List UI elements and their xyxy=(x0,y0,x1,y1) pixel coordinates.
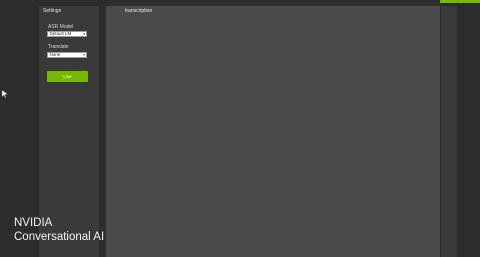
asr-model-label: ASR Model xyxy=(48,24,74,30)
mouse-pointer-icon xyxy=(2,90,8,98)
brand-line-nvidia: NVIDIA xyxy=(14,217,53,229)
top-accent-bar xyxy=(440,0,480,3)
translate-value: None xyxy=(49,52,61,57)
settings-title: Settings xyxy=(43,8,62,14)
asr-model-select[interactable]: Default LM ▾ xyxy=(47,31,87,37)
brand-line-conversational-ai: Conversational AI xyxy=(14,231,105,243)
transcription-header: transcription xyxy=(125,8,153,14)
right-side-panel xyxy=(441,6,457,257)
chevron-down-icon: ▾ xyxy=(83,32,85,36)
translate-select[interactable]: None ▾ xyxy=(47,52,87,58)
chevron-down-icon: ▾ xyxy=(83,53,85,57)
asr-model-value: Default LM xyxy=(49,31,72,36)
brand-watermark: NVIDIA Conversational AI xyxy=(14,216,104,244)
transcription-panel[interactable]: transcription xyxy=(106,6,441,257)
screen: Settings ASR Model Default LM ▾ Translat… xyxy=(0,0,480,257)
translate-label: Translate xyxy=(48,44,69,50)
live-button[interactable]: Live xyxy=(47,71,88,82)
